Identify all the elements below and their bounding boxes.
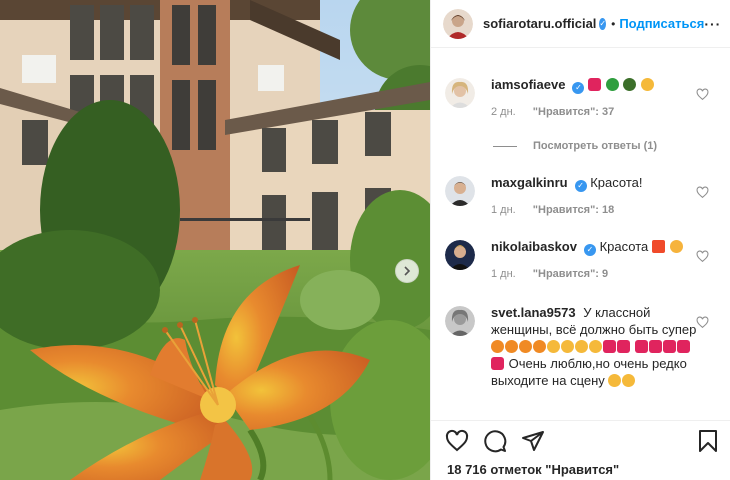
heart-emoji (676, 340, 690, 353)
commenter-username[interactable]: iamsofiaeve (491, 77, 565, 92)
comment-like-count[interactable]: "Нравится": 18 (533, 204, 614, 216)
heart-eyes-emoji (575, 340, 588, 353)
fire-emoji (533, 340, 546, 353)
collision-emoji (651, 240, 665, 253)
comment-like-count[interactable]: "Нравится": 9 (533, 268, 608, 280)
post-like-count[interactable]: 18 716 отметок "Нравится" (447, 462, 619, 477)
sad-emoji (608, 374, 622, 387)
heart-emoji (634, 340, 648, 353)
house-garden-lily-image (0, 0, 430, 480)
heart-emoji (588, 78, 602, 91)
author-avatar[interactable] (443, 8, 473, 39)
view-replies-label: Посмотреть ответы (1) (533, 140, 658, 152)
heart-eyes-emoji (547, 340, 560, 353)
post-photo[interactable] (0, 0, 430, 480)
author-username[interactable]: sofiarotaru.official (483, 16, 596, 31)
kiss-emoji (669, 240, 683, 253)
next-photo-button[interactable] (395, 259, 419, 283)
post-actions-bar: 18 716 отметок "Нравится" (431, 420, 730, 480)
smiling-hearts-emoji (640, 78, 654, 91)
fire-emoji (519, 340, 532, 353)
commenter-avatar[interactable] (445, 306, 475, 336)
comment-age: 1 дн. (491, 268, 516, 280)
heart-emoji (491, 357, 504, 370)
separator-dot: • (611, 16, 616, 31)
save-bookmark-icon[interactable] (697, 429, 719, 453)
commenter-username[interactable]: nikolaibaskov (491, 239, 577, 254)
heart-eyes-emoji (589, 340, 602, 353)
comment-age: 2 дн. (491, 106, 516, 118)
four-leaf-clover-emoji (605, 78, 619, 91)
replies-divider (493, 145, 517, 147)
verified-badge-icon: ✓ (574, 180, 587, 192)
comment-text-part2: Очень люблю,но очень редко выходите на с… (491, 356, 687, 388)
chevron-right-icon (404, 266, 411, 276)
fire-emoji (491, 340, 504, 353)
comment-item: nikolaibaskov ✓ Красота 1 дн. "Нравится":… (445, 238, 725, 283)
like-comment-heart-icon[interactable] (696, 186, 709, 199)
comment-item: svet.lana9573 У классной женщины, всё до… (445, 304, 725, 389)
commenter-username[interactable]: svet.lana9573 (491, 305, 576, 320)
like-comment-heart-icon[interactable] (696, 316, 709, 329)
comment-text: Красота (599, 239, 649, 254)
heart-emoji (648, 340, 662, 353)
comment-like-count[interactable]: "Нравится": 37 (533, 106, 614, 118)
comment-item: iamsofiaeve ✓ 2 дн. "Нравится": 37 (445, 76, 725, 121)
follow-button[interactable]: Подписаться (619, 16, 704, 31)
heart-emoji (617, 340, 630, 353)
comments-list: iamsofiaeve ✓ 2 дн. "Нравится": 37 Посмот… (431, 48, 730, 420)
like-heart-icon[interactable] (445, 429, 469, 453)
verified-badge-icon: ✓ (599, 17, 607, 30)
heart-eyes-emoji (561, 340, 574, 353)
comment-bubble-icon[interactable] (483, 429, 507, 453)
more-options-icon[interactable]: ··· (704, 16, 721, 32)
like-comment-heart-icon[interactable] (696, 250, 709, 263)
comment-text: Красота! (590, 175, 643, 190)
post-side-panel: sofiarotaru.official ✓ • Подписаться ···… (430, 0, 730, 480)
sad-emoji (622, 374, 636, 387)
comment-item: maxgalkinru ✓ Красота! 1 дн. "Нравится": … (445, 174, 725, 219)
heart-emoji (603, 340, 616, 353)
verified-badge-icon: ✓ (572, 82, 585, 94)
heart-emoji (662, 340, 676, 353)
like-comment-heart-icon[interactable] (696, 88, 709, 101)
commenter-username[interactable]: maxgalkinru (491, 175, 568, 190)
commenter-avatar[interactable] (445, 176, 475, 206)
face-emoji (623, 78, 637, 91)
verified-badge-icon: ✓ (583, 244, 596, 256)
comment-age: 1 дн. (491, 204, 516, 216)
share-direct-icon[interactable] (521, 429, 545, 453)
commenter-avatar[interactable] (445, 78, 475, 108)
post-header: sofiarotaru.official ✓ • Подписаться ··· (431, 0, 730, 48)
fire-emoji (505, 340, 518, 353)
commenter-avatar[interactable] (445, 240, 475, 270)
view-replies-button[interactable]: Посмотреть ответы (1) (493, 140, 657, 152)
